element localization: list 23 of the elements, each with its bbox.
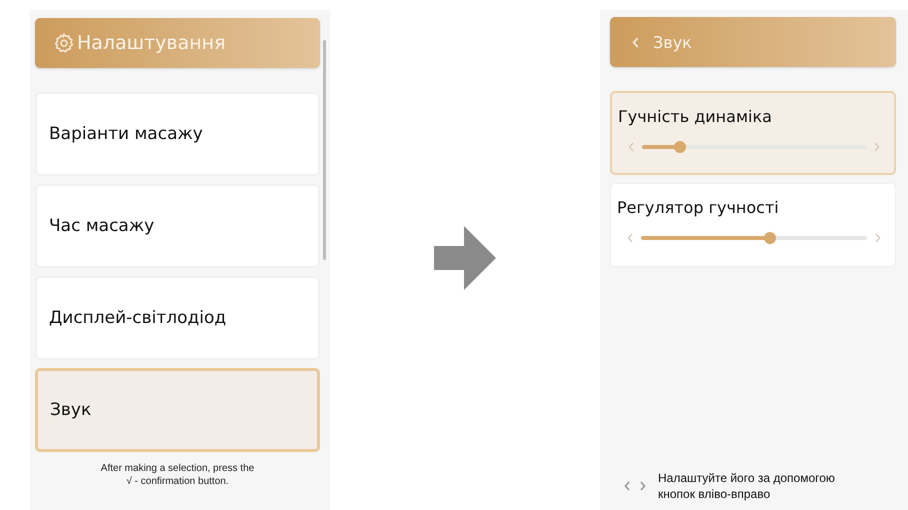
chevron-right-icon[interactable] [874,142,880,152]
gear-icon [53,32,75,54]
menu-item[interactable]: Дисплей-світлодіод [35,276,320,360]
left-right-arrows-icon [624,480,646,491]
menu-item[interactable]: Час масажу [35,184,320,268]
chevron-left-icon[interactable] [628,142,634,152]
menu-item[interactable]: Варіанти масажу [35,92,320,176]
slider-thumb[interactable] [674,141,686,153]
slider-thumb[interactable] [764,232,776,244]
chevron-right-icon[interactable] [875,233,881,243]
slider-item[interactable]: Гучність динаміка [610,91,896,175]
screen-title: Звук [653,32,692,52]
instruction-text: After making a selection, press the √ - confirmation button. [100,462,256,488]
slider-item[interactable]: Регулятор гучності [610,183,896,267]
menu-item[interactable]: Звук [35,368,320,452]
slider-label: Регулятор гучності [617,198,780,217]
hint-text: Налаштуйте його за допомогою кнопок вліво-вправо [658,470,835,502]
back-icon[interactable] [632,36,639,48]
screen-title: Налаштування [77,32,226,54]
slider-label: Гучність динаміка [618,107,773,126]
scrollbar[interactable] [323,40,326,260]
right-arrow-icon [434,226,496,290]
chevron-left-icon[interactable] [627,233,633,243]
